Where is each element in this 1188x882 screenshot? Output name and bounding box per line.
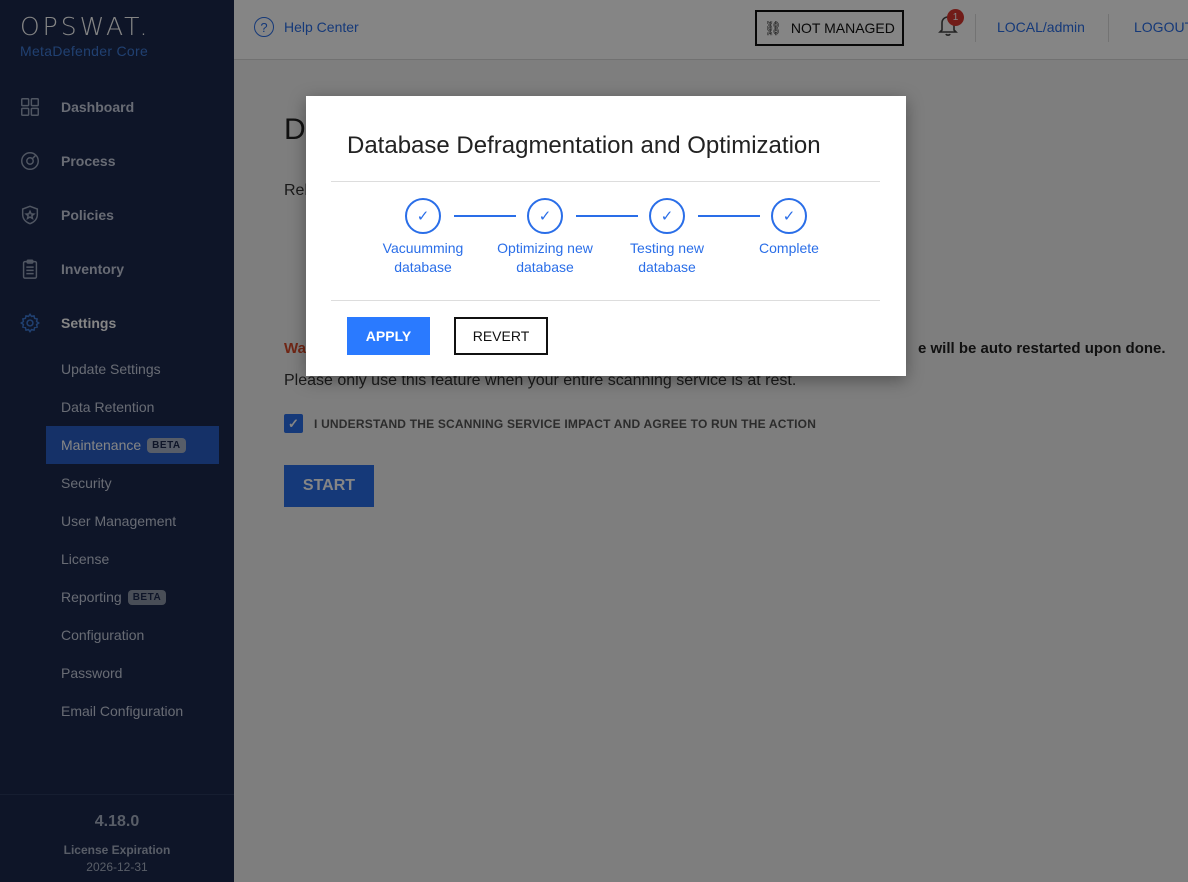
defrag-modal: Database Defragmentation and Optimizatio… <box>306 96 906 376</box>
checkmark-icon: ✓ <box>405 198 441 234</box>
checkmark-icon: ✓ <box>771 198 807 234</box>
step-label: Optimizing new database <box>497 240 593 275</box>
step-vacuumming: ✓ Vacuumming database <box>368 198 478 277</box>
step-label: Vacuumming database <box>382 240 464 275</box>
modal-title: Database Defragmentation and Optimizatio… <box>347 132 821 159</box>
checkmark-icon: ✓ <box>649 198 685 234</box>
step-optimizing: ✓ Optimizing new database <box>490 198 600 277</box>
revert-button[interactable]: REVERT <box>454 317 548 355</box>
apply-button[interactable]: APPLY <box>347 317 430 355</box>
modal-divider <box>331 181 880 182</box>
step-label: Complete <box>759 240 819 256</box>
step-label: Testing new database <box>630 240 704 275</box>
step-testing: ✓ Testing new database <box>612 198 722 277</box>
modal-divider <box>331 300 880 301</box>
step-complete: ✓ Complete <box>734 198 844 258</box>
progress-stepper: ✓ Vacuumming database ✓ Optimizing new dat… <box>371 198 841 278</box>
checkmark-icon: ✓ <box>527 198 563 234</box>
